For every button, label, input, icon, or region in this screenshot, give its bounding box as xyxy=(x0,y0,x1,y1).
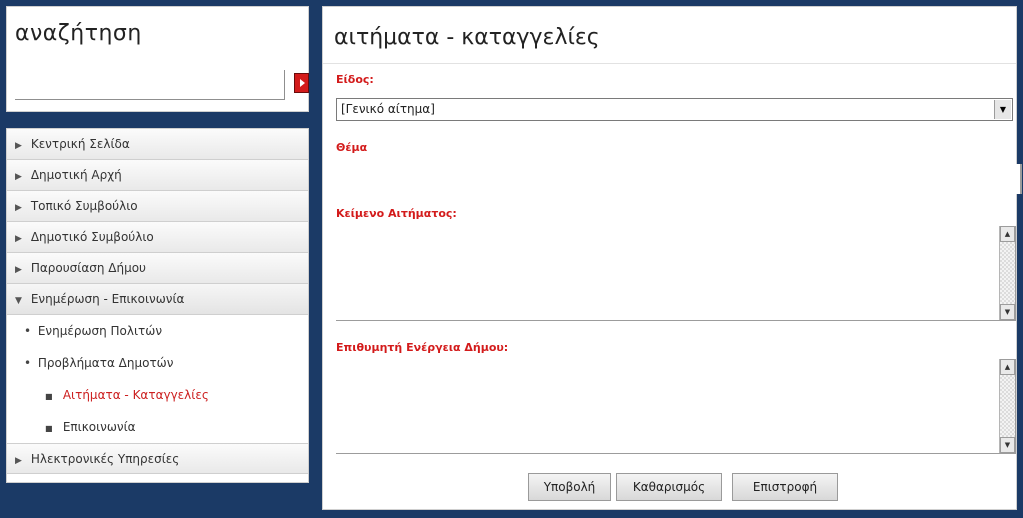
sidebar-item-information-communication[interactable]: ▼ Ενημέρωση - Επικοινωνία xyxy=(7,284,308,315)
sidebar-item-label: Ενημέρωση - Επικοινωνία xyxy=(30,292,185,306)
sidebar-item-label: Δημοτική Αρχή xyxy=(30,168,122,182)
chevron-down-icon[interactable]: ▼ xyxy=(994,100,1011,119)
sidebar-item-municipal-council[interactable]: ▶ Δημοτικό Συμβούλιο xyxy=(7,222,308,253)
body-scrollbar[interactable]: ▲ ▼ xyxy=(999,226,1015,320)
scroll-up-icon[interactable]: ▲ xyxy=(1000,359,1015,375)
clear-button[interactable]: Καθαρισμός xyxy=(616,473,722,501)
type-select[interactable]: [Γενικό αίτημα] ▼ xyxy=(336,98,1013,121)
sidebar-item-municipality-presentation[interactable]: ▶ Παρουσίαση Δήμου xyxy=(7,253,308,284)
search-panel: αναζήτηση xyxy=(6,6,309,112)
title-divider xyxy=(323,63,1016,64)
type-select-value: [Γενικό αίτημα] xyxy=(341,102,435,116)
body-label: Κείμενο Αιτήματος: xyxy=(336,207,457,220)
action-scrollbar[interactable]: ▲ ▼ xyxy=(999,359,1015,453)
square-bullet-icon: ■ xyxy=(45,424,53,433)
submit-button[interactable]: Υποβολή xyxy=(528,473,611,501)
scroll-up-icon[interactable]: ▲ xyxy=(1000,226,1015,242)
subsubmenu-item-contact[interactable]: ■ Επικοινωνία xyxy=(7,411,308,443)
sidebar-item-municipal-authority[interactable]: ▶ Δημοτική Αρχή xyxy=(7,160,308,191)
action-textarea[interactable]: ▲ ▼ xyxy=(336,359,1016,454)
submenu-item-label: Ενημέρωση Πολιτών xyxy=(37,324,163,338)
sidebar-item-label: Δημοτικό Συμβούλιο xyxy=(30,230,154,244)
subsubmenu-item-requests-complaints[interactable]: ■ Αιτήματα - Καταγγελίες xyxy=(7,379,308,411)
sidebar-item-label: Τοπικό Συμβούλιο xyxy=(30,199,138,213)
chevron-down-icon: ▼ xyxy=(15,296,22,306)
subsubmenu-item-label: Επικοινωνία xyxy=(62,420,136,434)
bullet-icon: • xyxy=(24,356,32,370)
submenu-item-label: Προβλήματα Δημοτών xyxy=(37,356,174,370)
sidebar-menu: ▶ Κεντρική Σελίδα ▶ Δημοτική Αρχή ▶ Τοπι… xyxy=(6,128,309,483)
submenu-item-citizen-problems[interactable]: • Προβλήματα Δημοτών xyxy=(7,347,308,379)
subject-field[interactable] xyxy=(336,164,1022,194)
page-title: αιτήματα - καταγγελίες xyxy=(334,25,600,50)
sidebar-item-label: Ηλεκτρονικές Υπηρεσίες xyxy=(30,452,180,466)
bullet-icon: • xyxy=(24,324,32,338)
chevron-right-icon: ▶ xyxy=(15,456,22,466)
scroll-down-icon[interactable]: ▼ xyxy=(1000,304,1015,320)
search-title: αναζήτηση xyxy=(15,21,142,46)
sidebar-item-e-services[interactable]: ▶ Ηλεκτρονικές Υπηρεσίες xyxy=(7,443,308,474)
sidebar-item-label: Κεντρική Σελίδα xyxy=(30,137,130,151)
subsubmenu-item-label: Αιτήματα - Καταγγελίες xyxy=(62,388,209,402)
sidebar-item-label: Παρουσίαση Δήμου xyxy=(30,261,146,275)
sidebar-item-local-council[interactable]: ▶ Τοπικό Συμβούλιο xyxy=(7,191,308,222)
chevron-right-icon: ▶ xyxy=(15,141,22,151)
scroll-down-icon[interactable]: ▼ xyxy=(1000,437,1015,453)
request-form-panel: αιτήματα - καταγγελίες Είδος: [Γενικό αί… xyxy=(322,6,1022,510)
chevron-right-icon: ▶ xyxy=(15,203,22,213)
search-input[interactable] xyxy=(15,70,285,100)
submenu-item-citizen-information[interactable]: • Ενημέρωση Πολιτών xyxy=(7,315,308,347)
back-button[interactable]: Επιστροφή xyxy=(732,473,838,501)
action-label: Επιθυμητή Ενέργεια Δήμου: xyxy=(336,341,509,354)
subject-label: Θέμα xyxy=(336,141,368,154)
square-bullet-icon: ■ xyxy=(45,392,53,401)
body-textarea[interactable]: ▲ ▼ xyxy=(336,226,1016,321)
chevron-right-icon: ▶ xyxy=(15,265,22,275)
chevron-right-icon: ▶ xyxy=(15,234,22,244)
sidebar-item-home[interactable]: ▶ Κεντρική Σελίδα xyxy=(7,129,308,160)
chevron-right-icon: ▶ xyxy=(15,172,22,182)
type-label: Είδος: xyxy=(336,73,374,86)
search-button[interactable] xyxy=(294,73,309,93)
